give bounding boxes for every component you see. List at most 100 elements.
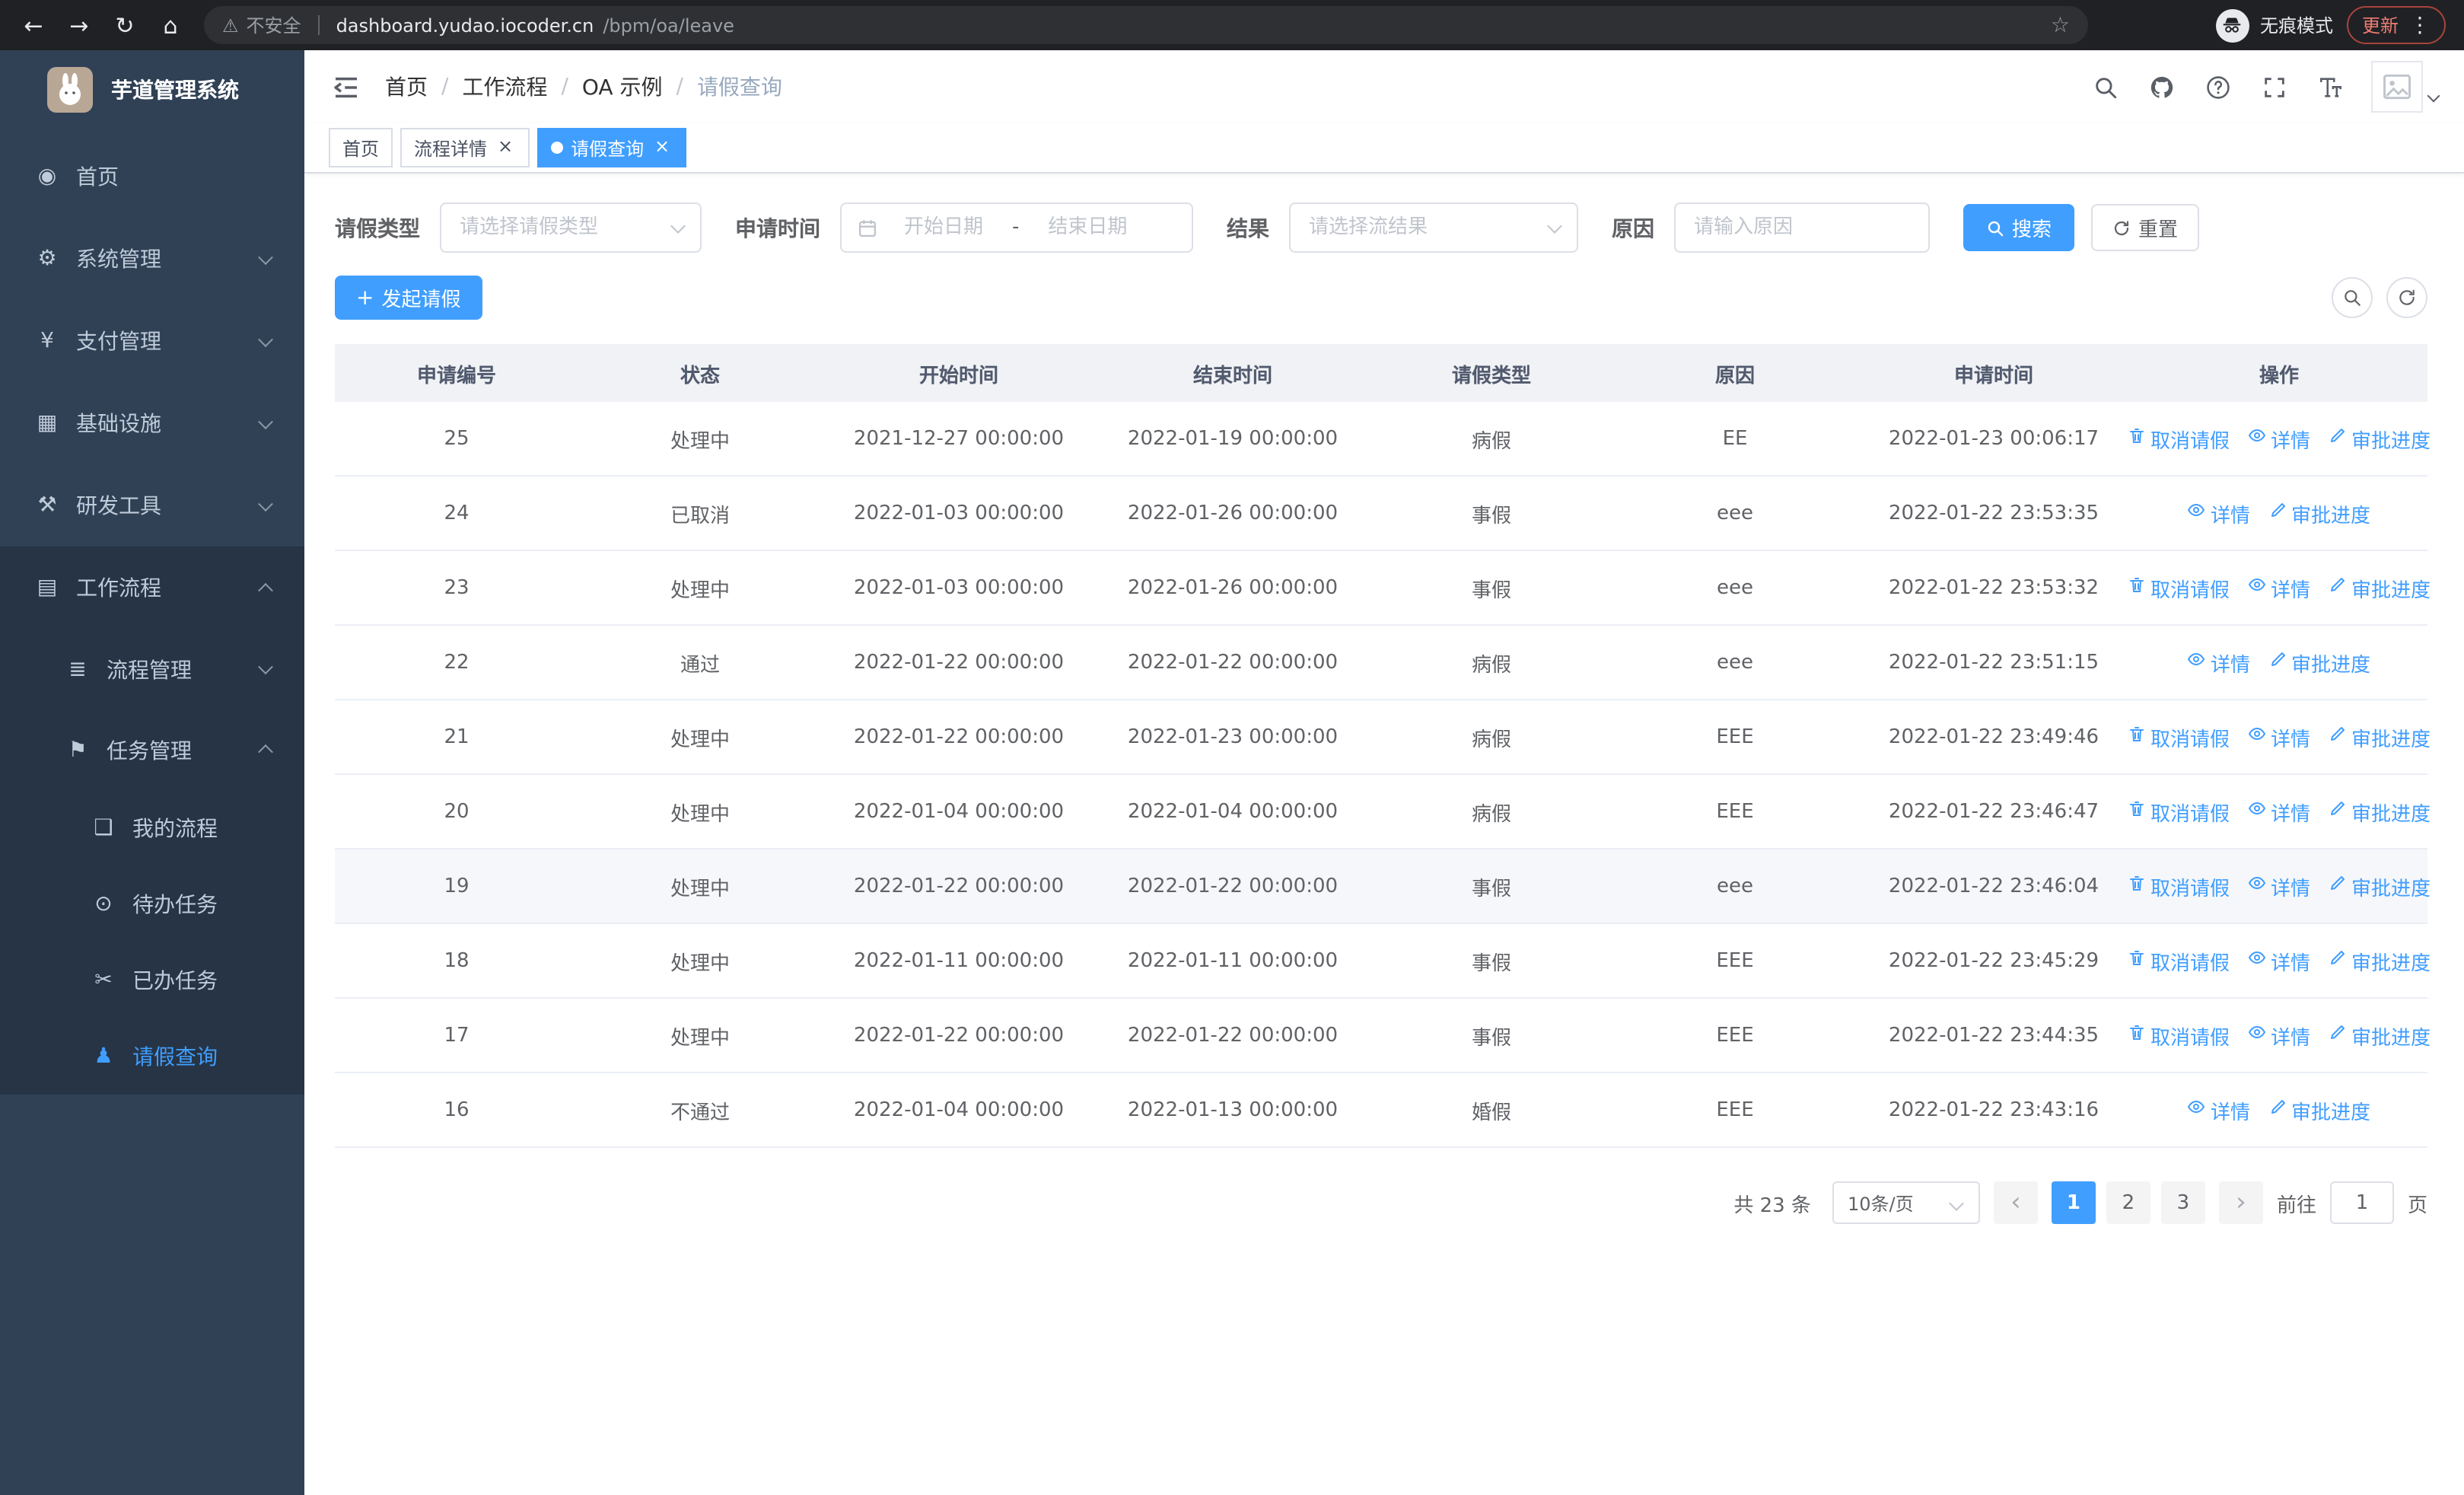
sidebar-logo[interactable]: 芋道管理系统: [0, 50, 304, 129]
date-range-picker[interactable]: -: [840, 202, 1193, 253]
search-button[interactable]: 搜索: [1963, 204, 2075, 251]
cell-id: 22: [444, 651, 470, 674]
search-icon[interactable]: [2090, 72, 2120, 102]
detail-link[interactable]: 详情: [2248, 872, 2310, 901]
close-tab-icon[interactable]: ×: [651, 136, 673, 158]
trash-icon: [2128, 426, 2146, 451]
approval-progress-link[interactable]: 审批进度: [2268, 499, 2370, 528]
chevron-down-icon: [258, 413, 273, 429]
pen-icon: [2329, 799, 2347, 824]
next-page-button[interactable]: ›: [2218, 1181, 2263, 1224]
approval-progress-link[interactable]: 审批进度: [2329, 722, 2431, 751]
start-date-input[interactable]: [878, 216, 1009, 239]
cell-start: 2022-01-04 00:00:00: [853, 1098, 1065, 1121]
approval-progress-link[interactable]: 审批进度: [2268, 1095, 2370, 1124]
leave-type-select[interactable]: [440, 202, 702, 253]
sidebar-item-system-management[interactable]: ⚙ 系统管理: [0, 218, 304, 300]
approval-progress-link[interactable]: 审批进度: [2329, 946, 2431, 975]
detail-link[interactable]: 详情: [2188, 648, 2250, 677]
sidebar-item-workflow[interactable]: ▤ 工作流程: [0, 547, 304, 629]
cell-status: 处理中: [670, 952, 730, 975]
bookmark-star-icon[interactable]: ☆: [2051, 13, 2070, 37]
sidebar-item-label: 系统管理: [76, 248, 161, 273]
create-leave-button[interactable]: + 发起请假: [335, 276, 482, 320]
column-header: 申请时间: [1953, 365, 2033, 387]
cancel-leave-link[interactable]: 取消请假: [2128, 722, 2230, 751]
user-menu[interactable]: [2371, 61, 2440, 113]
github-icon[interactable]: [2146, 72, 2176, 102]
search-label: 搜索: [2012, 219, 2052, 242]
breadcrumb-item[interactable]: 工作流程: [462, 72, 547, 102]
breadcrumb-item[interactable]: OA 示例: [582, 72, 663, 102]
approval-progress-link[interactable]: 审批进度: [2268, 648, 2370, 677]
detail-link[interactable]: 详情: [2248, 797, 2310, 826]
action-label: 详情: [2210, 1101, 2250, 1124]
tab-home[interactable]: 首页: [329, 128, 393, 167]
eye-icon: [2248, 426, 2266, 451]
cancel-leave-link[interactable]: 取消请假: [2128, 573, 2230, 602]
detail-link[interactable]: 详情: [2248, 722, 2310, 751]
url-divider: [317, 15, 320, 35]
security-warning[interactable]: ⚠ 不安全: [222, 12, 301, 38]
pen-icon: [2268, 501, 2287, 525]
tab-process-detail[interactable]: 流程详情 ×: [400, 128, 530, 167]
refresh-table-button[interactable]: [2386, 277, 2427, 318]
sidebar-item-dev-tools[interactable]: ⚒ 研发工具: [0, 464, 304, 547]
tab-leave-query[interactable]: 请假查询 ×: [537, 128, 687, 167]
action-label: 审批进度: [2351, 728, 2431, 751]
approval-progress-link[interactable]: 审批进度: [2329, 1021, 2431, 1050]
update-button[interactable]: 更新 ⋮: [2346, 6, 2446, 44]
end-date-input[interactable]: [1022, 216, 1154, 239]
cell-type: 事假: [1471, 878, 1511, 901]
sidebar-item-payment-management[interactable]: ¥ 支付管理: [0, 300, 304, 382]
sidebar-item-task-management[interactable]: ⚑ 任务管理: [0, 709, 304, 790]
sidebar-item-infrastructure[interactable]: ▦ 基础设施: [0, 382, 304, 464]
sidebar-item-home[interactable]: ◉ 首页: [0, 135, 304, 218]
approval-progress-link[interactable]: 审批进度: [2329, 872, 2431, 901]
detail-link[interactable]: 详情: [2248, 424, 2310, 453]
toggle-search-button[interactable]: [2332, 277, 2373, 318]
url-bar[interactable]: ⚠ 不安全 dashboard.yudao.iocoder.cn /bpm/oa…: [204, 6, 2088, 44]
cancel-leave-link[interactable]: 取消请假: [2128, 946, 2230, 975]
detail-link[interactable]: 详情: [2188, 1095, 2250, 1124]
pen-icon: [2329, 426, 2347, 451]
detail-link[interactable]: 详情: [2248, 573, 2310, 602]
cancel-leave-link[interactable]: 取消请假: [2128, 424, 2230, 453]
table-row: 18 处理中 2022-01-11 00:00:00 2022-01-11 00:00…: [335, 924, 2431, 999]
sidebar-item-done-tasks[interactable]: ✂ 已办任务: [0, 942, 304, 1018]
home-icon[interactable]: ⌂: [149, 4, 192, 46]
close-tab-icon[interactable]: ×: [495, 136, 516, 158]
page-button-2[interactable]: 2: [2106, 1181, 2150, 1224]
cell-apply: 2022-01-22 23:53:32: [1888, 576, 2099, 599]
page-button-1[interactable]: 1: [2051, 1181, 2096, 1224]
forward-icon[interactable]: →: [58, 4, 100, 46]
approval-progress-link[interactable]: 审批进度: [2329, 424, 2431, 453]
detail-link[interactable]: 详情: [2248, 946, 2310, 975]
approval-progress-link[interactable]: 审批进度: [2329, 573, 2431, 602]
sidebar-item-process-management[interactable]: ≣ 流程管理: [0, 629, 304, 709]
sidebar-item-my-process[interactable]: ❑ 我的流程: [0, 790, 304, 866]
fullscreen-icon[interactable]: [2259, 72, 2289, 102]
result-select[interactable]: [1289, 202, 1578, 253]
reason-input[interactable]: [1674, 202, 1930, 253]
sidebar-item-leave-query[interactable]: ♟ 请假查询: [0, 1018, 304, 1095]
back-icon[interactable]: ←: [12, 4, 55, 46]
approval-progress-link[interactable]: 审批进度: [2329, 797, 2431, 826]
reset-button[interactable]: 重置: [2091, 204, 2200, 251]
reload-icon[interactable]: ↻: [103, 4, 146, 46]
cancel-leave-link[interactable]: 取消请假: [2128, 1021, 2230, 1050]
page-button-3[interactable]: 3: [2160, 1181, 2205, 1224]
help-icon[interactable]: [2202, 72, 2233, 102]
detail-link[interactable]: 详情: [2188, 499, 2250, 528]
cancel-leave-link[interactable]: 取消请假: [2128, 797, 2230, 826]
sidebar-item-todo-tasks[interactable]: ⊙ 待办任务: [0, 866, 304, 942]
browser-menu-icon[interactable]: ⋮: [2409, 14, 2431, 36]
breadcrumb-item[interactable]: 首页: [385, 72, 428, 102]
detail-link[interactable]: 详情: [2248, 1021, 2310, 1050]
page-size-select[interactable]: [1832, 1181, 1980, 1224]
prev-page-button[interactable]: ‹: [1993, 1181, 2038, 1224]
font-size-icon[interactable]: [2315, 72, 2345, 102]
sidebar-fold-icon[interactable]: [330, 71, 362, 103]
cancel-leave-link[interactable]: 取消请假: [2128, 872, 2230, 901]
goto-page-input[interactable]: [2329, 1181, 2394, 1224]
